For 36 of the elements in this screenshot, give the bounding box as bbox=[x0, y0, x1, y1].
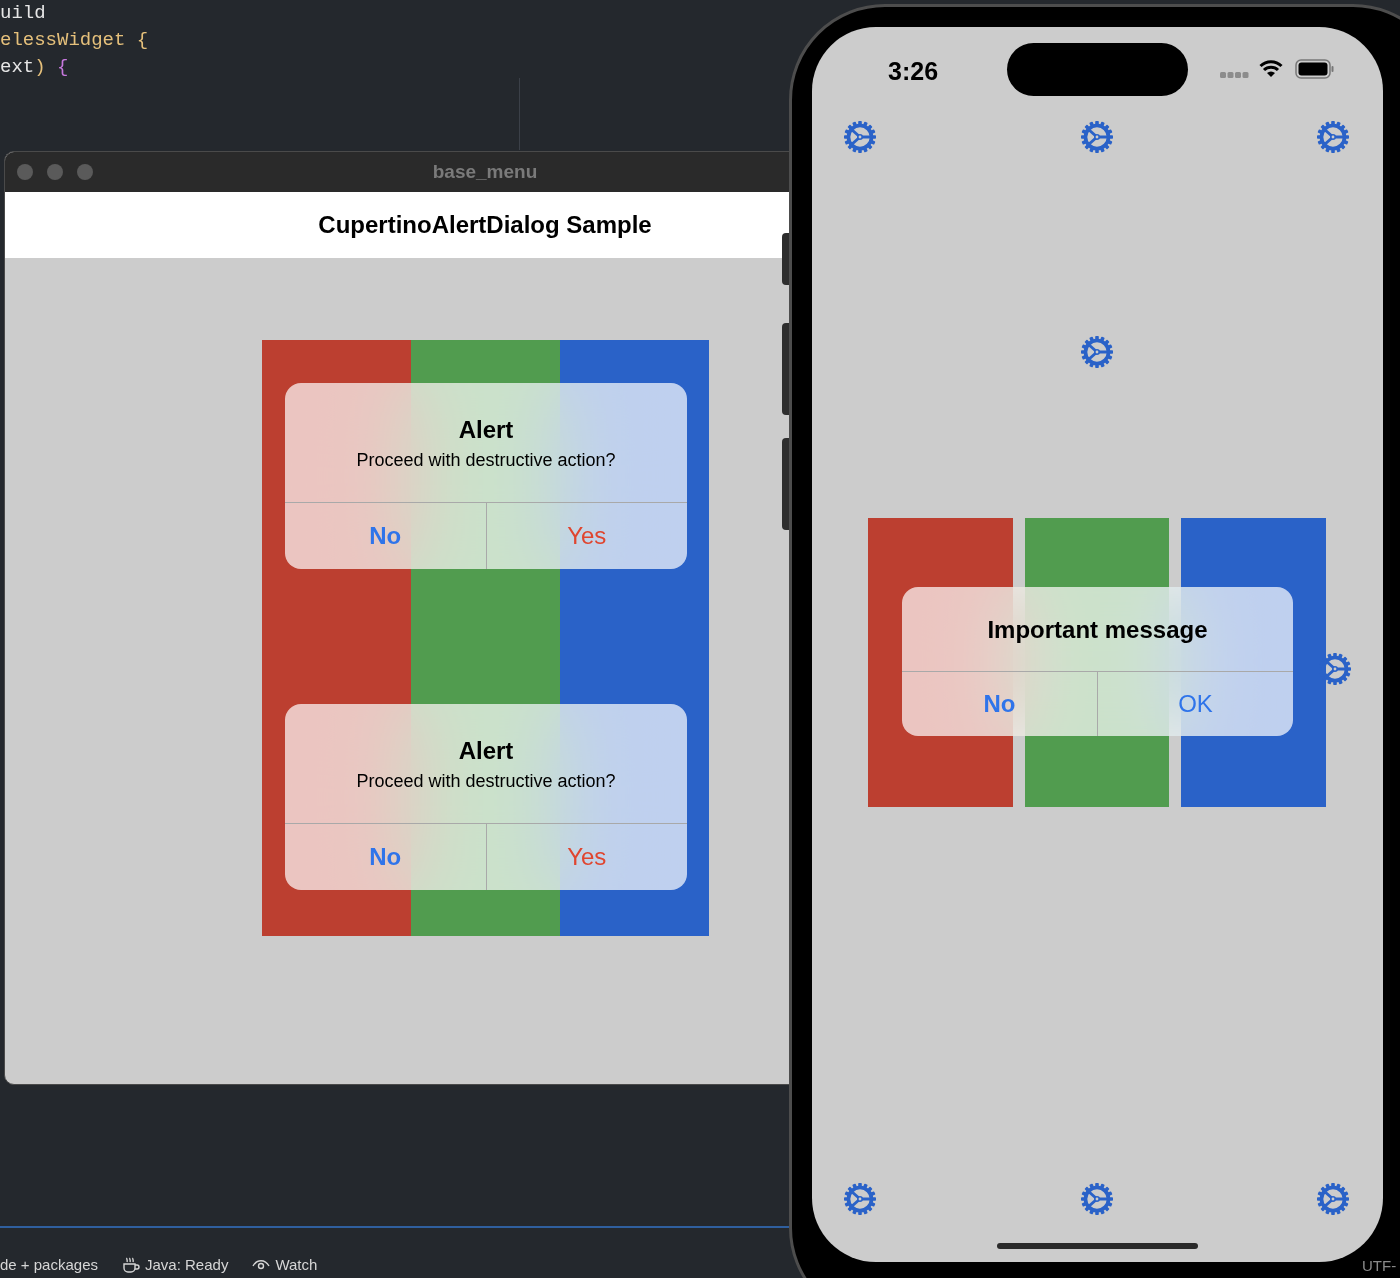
gear-icon bbox=[1316, 1182, 1350, 1216]
eye-icon bbox=[252, 1259, 271, 1272]
gear-icon bbox=[1080, 335, 1114, 369]
dialog-message: Proceed with destructive action? bbox=[356, 449, 616, 472]
dialog-message: Proceed with destructive action? bbox=[356, 770, 616, 793]
dialog-action-button[interactable]: Yes bbox=[485, 823, 687, 890]
code-line: uild bbox=[0, 1, 47, 26]
gear-icon bbox=[1316, 120, 1350, 154]
code-line: ext) { bbox=[0, 55, 70, 80]
code-line: elessWidget { bbox=[0, 28, 149, 53]
gear-icon bbox=[1080, 120, 1114, 154]
minimize-window-button[interactable] bbox=[47, 164, 63, 180]
encoding-label[interactable]: UTF- bbox=[1362, 1255, 1397, 1278]
dialog-title: Alert bbox=[458, 736, 514, 766]
dialog-action-button[interactable]: No bbox=[285, 502, 486, 569]
battery-icon bbox=[1295, 59, 1335, 79]
status-time: 3:26 bbox=[888, 56, 939, 87]
gear-icon bbox=[1080, 1182, 1114, 1216]
dialog-title: Important message bbox=[987, 615, 1208, 645]
gear-icon bbox=[843, 120, 877, 154]
status-bar-item[interactable]: de + packages bbox=[0, 1254, 98, 1277]
gear-icon bbox=[843, 1182, 877, 1216]
dialog-action-button[interactable]: Yes bbox=[485, 502, 687, 569]
dialog-action-button[interactable]: No bbox=[902, 672, 1097, 736]
coffee-cup-icon bbox=[122, 1257, 140, 1274]
app-bar-title: CupertinoAlertDialog Sample bbox=[318, 210, 652, 240]
dialog-action-button[interactable]: OK bbox=[1097, 672, 1293, 736]
window-title: base_menu bbox=[432, 159, 538, 184]
close-window-button[interactable] bbox=[17, 164, 33, 180]
status-bar-item[interactable]: Watch bbox=[275, 1254, 318, 1277]
dialog-title: Alert bbox=[458, 415, 514, 445]
wifi-icon bbox=[1259, 59, 1283, 77]
signal-icon bbox=[1220, 72, 1249, 78]
dialog-action-button[interactable]: No bbox=[285, 823, 486, 890]
status-bar-item[interactable]: Java: Ready bbox=[145, 1254, 229, 1277]
zoom-window-button[interactable] bbox=[77, 164, 93, 180]
